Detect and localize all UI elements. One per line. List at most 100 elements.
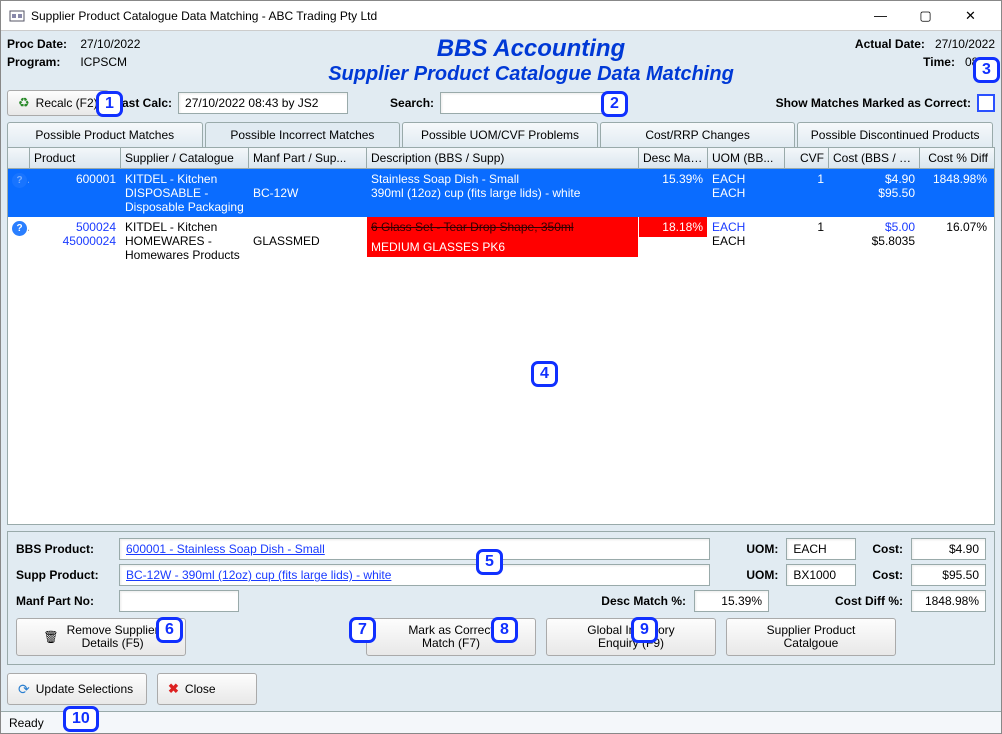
remove-supplier-button[interactable]: 🗑 Remove Supplier Details (F5) — [16, 618, 186, 656]
app-icon — [9, 8, 25, 24]
refresh-icon: ⟳ — [18, 681, 30, 698]
cell-desc-match: 18.18% — [639, 217, 708, 265]
proc-date-value: 27/10/2022 — [80, 37, 140, 51]
cell-supplier: KITDEL - Kitchen HOMEWARES - Homewares P… — [121, 217, 249, 265]
program-label: Program: — [7, 53, 77, 71]
trash-icon: 🗑 — [43, 631, 58, 644]
cell-desc: Stainless Soap Dish - Small 390ml (12oz)… — [367, 169, 639, 217]
column-uom[interactable]: UOM (BB... — [708, 148, 785, 168]
column-product[interactable]: Product — [30, 148, 121, 168]
last-calc-label: Last Calc: — [115, 96, 172, 110]
maximise-button[interactable]: ▢ — [903, 2, 948, 30]
supp-product-field[interactable] — [119, 564, 710, 586]
tab-possible-matches[interactable]: Possible Product Matches — [7, 122, 203, 147]
cost-diff-label: Cost Diff %: — [835, 594, 903, 608]
column-cost-diff[interactable]: Cost % Diff — [920, 148, 992, 168]
supp-product-label: Supp Product: — [16, 568, 111, 582]
grid-header: Product Supplier / Catalogue Manf Part /… — [8, 148, 994, 169]
show-matches-checkbox[interactable] — [977, 94, 995, 112]
bbs-cost-field[interactable] — [911, 538, 986, 560]
update-selections-button[interactable]: ⟳ Update Selections — [7, 673, 147, 705]
proc-date-label: Proc Date: — [7, 35, 77, 53]
tab-bar: Possible Product Matches Possible Incorr… — [7, 122, 995, 147]
recalc-button[interactable]: ♻ Recalc (F2) — [7, 90, 109, 116]
supplier-catalogue-label: Supplier Product Catalgoue — [767, 624, 856, 650]
window-title: Supplier Product Catalogue Data Matching… — [31, 9, 858, 23]
column-cost[interactable]: Cost (BBS / S... — [829, 148, 920, 168]
cell-product: 500024 45000024 — [30, 217, 121, 265]
manf-part-label: Manf Part No: — [16, 594, 111, 608]
cell-uom: EACH EACH — [708, 169, 785, 217]
cell-supplier: KITDEL - Kitchen DISPOSABLE - Disposable… — [121, 169, 249, 217]
cell-cost: $4.90 $95.50 — [829, 169, 920, 217]
cell-cvf: 1 — [785, 217, 829, 265]
actual-date-value: 27/10/2022 — [935, 37, 995, 51]
remove-supplier-label: Remove Supplier Details (F5) — [67, 624, 159, 650]
bbs-uom-label: UOM: — [746, 542, 778, 556]
table-row[interactable]: ? 600001 KITDEL - Kitchen DISPOSABLE - D… — [8, 169, 994, 217]
bbs-cost-label: Cost: — [872, 542, 903, 556]
update-selections-label: Update Selections — [36, 682, 133, 696]
tab-uom-cvf[interactable]: Possible UOM/CVF Problems — [402, 122, 598, 147]
search-label: Search: — [390, 96, 434, 110]
supp-cost-label: Cost: — [872, 568, 903, 582]
help-icon[interactable]: ? — [12, 221, 27, 236]
cost-diff-field[interactable] — [911, 590, 986, 612]
column-manf[interactable]: Manf Part / Sup... — [249, 148, 367, 168]
app-title-1: BBS Accounting — [267, 35, 795, 63]
tab-cost-rrp[interactable]: Cost/RRP Changes — [600, 122, 796, 147]
close-label: Close — [185, 682, 216, 696]
status-bar: Ready — [1, 711, 1001, 733]
global-enquiry-label: Global Inventory Enquiry (F9) — [587, 624, 674, 650]
cell-manf: BC-12W — [249, 169, 367, 217]
table-row[interactable]: ? 500024 45000024 KITDEL - Kitchen HOMEW… — [8, 217, 994, 265]
program-value: ICPSCM — [80, 55, 127, 69]
cell-cost-diff: 16.07% — [920, 217, 992, 265]
cell-desc: 6 Glass Set - Tear Drop Shape, 350ml MED… — [367, 217, 639, 265]
bbs-product-label: BBS Product: — [16, 542, 111, 556]
mark-correct-button[interactable]: Mark as Correct Match (F7) — [366, 618, 536, 656]
recalc-icon: ♻ — [18, 95, 30, 111]
cell-cvf: 1 — [785, 169, 829, 217]
bbs-uom-field[interactable] — [786, 538, 856, 560]
column-desc-match[interactable]: Desc Mat... — [639, 148, 708, 168]
supp-uom-label: UOM: — [746, 568, 778, 582]
mark-correct-label: Mark as Correct Match (F7) — [408, 624, 493, 650]
details-panel: BBS Product: UOM: Cost: Supp Product: UO… — [7, 531, 995, 665]
column-desc[interactable]: Description (BBS / Supp) — [367, 148, 639, 168]
global-enquiry-button[interactable]: Global Inventory Enquiry (F9) — [546, 618, 716, 656]
cell-cost-diff: 1848.98% — [920, 169, 992, 217]
supp-cost-field[interactable] — [911, 564, 986, 586]
close-button[interactable]: ✖ Close — [157, 673, 257, 705]
column-supplier[interactable]: Supplier / Catalogue — [121, 148, 249, 168]
close-window-button[interactable]: ✕ — [948, 2, 993, 30]
status-text: Ready — [9, 716, 44, 730]
time-label: Time: — [923, 53, 955, 71]
cell-cost: $5.00 $5.8035 — [829, 217, 920, 265]
cell-desc-match: 15.39% — [639, 169, 708, 217]
cell-product: 600001 — [30, 169, 121, 217]
bbs-product-field[interactable] — [119, 538, 710, 560]
minimise-button[interactable]: — — [858, 2, 903, 30]
last-calc-field[interactable] — [178, 92, 348, 114]
app-title-2: Supplier Product Catalogue Data Matching — [267, 63, 795, 86]
supplier-catalogue-button[interactable]: Supplier Product Catalgoue — [726, 618, 896, 656]
show-matches-label: Show Matches Marked as Correct: — [776, 96, 971, 110]
help-icon[interactable]: ? — [12, 173, 27, 188]
column-cvf[interactable]: CVF — [785, 148, 829, 168]
tab-possible-incorrect[interactable]: Possible Incorrect Matches — [205, 122, 401, 147]
cell-uom: EACH EACH — [708, 217, 785, 265]
close-icon: ✖ — [168, 681, 179, 697]
cell-manf: GLASSMED — [249, 217, 367, 265]
actual-date-label: Actual Date: — [855, 35, 925, 53]
titlebar: Supplier Product Catalogue Data Matching… — [1, 1, 1001, 31]
desc-match-label: Desc Match %: — [601, 594, 686, 608]
desc-match-field[interactable] — [694, 590, 769, 612]
supp-uom-field[interactable] — [786, 564, 856, 586]
tab-discontinued[interactable]: Possible Discontinued Products — [797, 122, 993, 147]
search-input[interactable] — [440, 92, 610, 114]
manf-part-field[interactable] — [119, 590, 239, 612]
recalc-label: Recalc (F2) — [36, 96, 98, 110]
data-grid: Product Supplier / Catalogue Manf Part /… — [7, 147, 995, 525]
column-indicator[interactable] — [8, 148, 30, 168]
